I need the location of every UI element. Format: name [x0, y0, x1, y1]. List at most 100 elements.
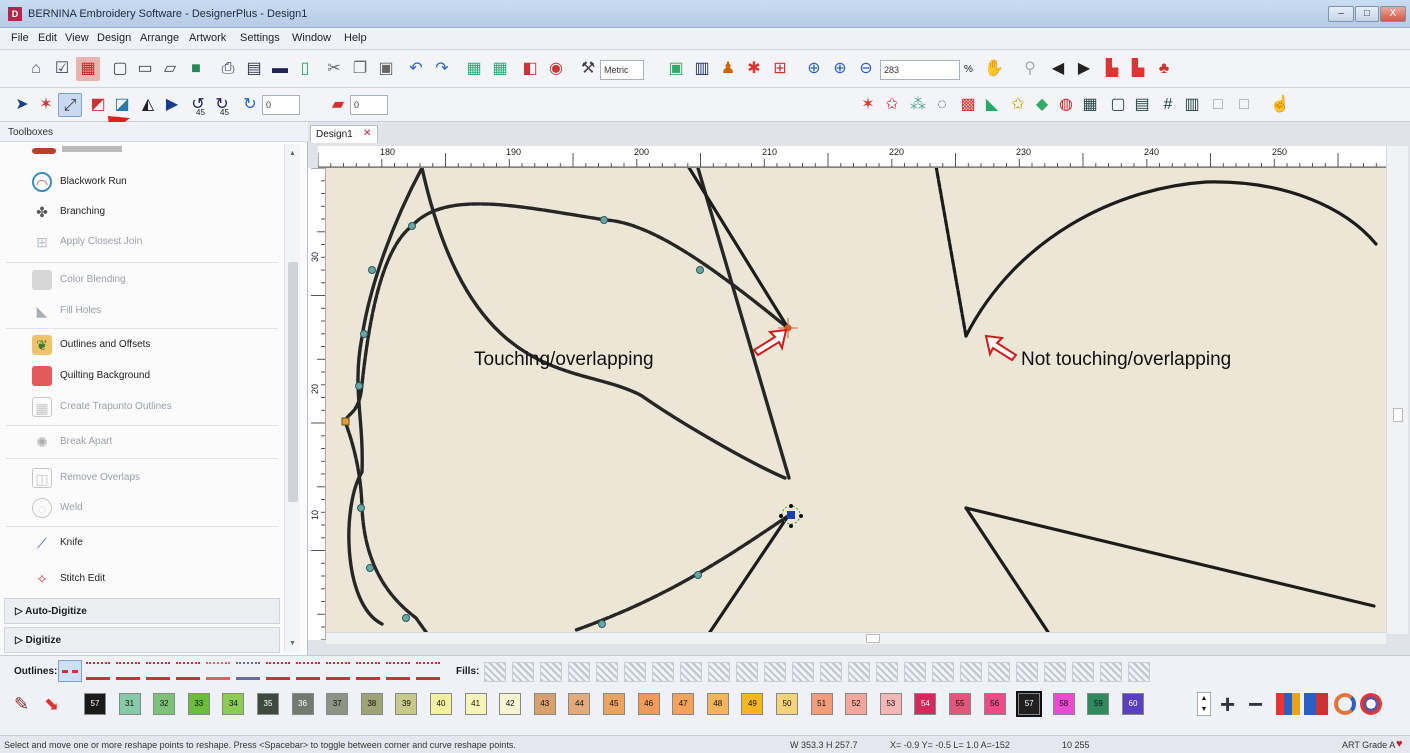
fill-style-icon[interactable] [1100, 662, 1122, 682]
color-picker-icon[interactable]: ⬊ [44, 694, 59, 715]
open-file-icon[interactable]: ▭ [133, 57, 157, 81]
menu-help[interactable]: Help [344, 32, 367, 44]
undo-icon[interactable]: ↶ [404, 57, 428, 81]
outline-style-icon[interactable] [326, 662, 350, 680]
print-icon[interactable]: ⎙ [216, 57, 240, 81]
blank-box-2-icon[interactable]: □ [1232, 93, 1256, 117]
grid-pattern-icon[interactable]: # [1156, 93, 1180, 117]
zoom-out-icon[interactable]: ⊖ [854, 57, 878, 81]
rotate-angle-input[interactable]: 0 [262, 95, 300, 115]
outline-style-icon[interactable] [356, 662, 380, 680]
paste-icon[interactable]: ▣ [374, 57, 398, 81]
tool-knife[interactable]: ⟋ Knife [4, 527, 280, 559]
color-swatch[interactable]: 34 [222, 693, 245, 715]
cross-stitch-icon[interactable]: ▩ [956, 93, 980, 117]
freehand-icon[interactable]: ◌ [930, 93, 954, 117]
fill-style-icon[interactable] [680, 662, 702, 682]
tool-stitch-edit[interactable]: ✧ Stitch Edit [4, 563, 280, 595]
outline-style-icon[interactable] [146, 662, 170, 680]
settings-hoop-icon[interactable]: ◉ [544, 57, 568, 81]
fill-style-icon[interactable] [596, 662, 618, 682]
new-file-icon[interactable]: ▢ [108, 57, 132, 81]
tool-blackwork-run[interactable]: ◠ Blackwork Run [4, 166, 280, 198]
canvas-vertical-scrollbar[interactable] [1386, 146, 1408, 634]
group-digitize[interactable]: ▷ Digitize [4, 627, 280, 653]
outline-style-icon[interactable] [296, 662, 320, 680]
effects-icon[interactable]: ✱ [742, 57, 766, 81]
eyedropper-icon[interactable]: ✎ [14, 694, 29, 715]
table-icon[interactable]: ▥ [1180, 93, 1204, 117]
color-swatch[interactable]: 46 [637, 693, 660, 715]
outline-style-icon[interactable] [416, 662, 440, 680]
color-swatch[interactable]: 35 [257, 693, 279, 715]
motif-run-icon[interactable]: ✶ [856, 93, 880, 117]
outline-style-selected[interactable] [58, 660, 82, 682]
fill-style-icon[interactable] [540, 662, 562, 682]
tool-quilting-background[interactable]: Quilting Background [4, 360, 280, 392]
color-swatch[interactable]: 39 [395, 693, 418, 715]
maximize-button[interactable]: □ [1355, 6, 1379, 22]
select-object-icon[interactable]: ▦ [462, 57, 486, 81]
color-swatch[interactable]: 55 [949, 693, 971, 715]
copy-icon[interactable]: ❐ [348, 57, 372, 81]
color-swatch[interactable]: 57 [84, 693, 106, 715]
tool-fill-holes[interactable]: ◣ Fill Holes [4, 295, 280, 327]
color-swatch[interactable]: 36 [291, 693, 314, 715]
fill-style-icon[interactable] [1044, 662, 1066, 682]
color-swatch[interactable]: 54 [914, 693, 937, 715]
sequence-object-icon[interactable]: ▙ [1126, 57, 1150, 81]
menu-artwork[interactable]: Artwork [189, 32, 226, 44]
show-design-icon[interactable]: ▣ [664, 57, 688, 81]
export-machine-icon[interactable]: ▬ [268, 57, 292, 81]
menu-window[interactable]: Window [292, 32, 331, 44]
color-swatch[interactable]: 40 [430, 693, 452, 715]
tools-icon[interactable]: ⚒ [576, 57, 600, 81]
toolbox-scrollbar[interactable]: ▲ ▼ [284, 144, 300, 652]
resequence-icon[interactable]: ♣ [1152, 57, 1176, 81]
color-swatch[interactable]: 47 [672, 693, 695, 715]
fill-style-icon[interactable] [568, 662, 590, 682]
tool-create-trapunto-outlines[interactable]: ▦ Create Trapunto Outlines [4, 391, 280, 423]
print-preview-icon[interactable]: ▤ [242, 57, 266, 81]
fill-style-icon[interactable] [848, 662, 870, 682]
previous-icon[interactable]: ◀ [1046, 57, 1070, 81]
add-color-icon[interactable]: + [1220, 689, 1235, 720]
fill-style-icon[interactable] [736, 662, 758, 682]
outline-style-icon[interactable] [116, 662, 140, 680]
blank-box-1-icon[interactable]: □ [1206, 93, 1230, 117]
sequence-color-icon[interactable]: ▙ [1100, 57, 1124, 81]
toolbox-scroll-thumb[interactable] [288, 262, 298, 502]
color-swatch[interactable]: 32 [153, 693, 176, 715]
redo-icon[interactable]: ↷ [430, 57, 454, 81]
fill-style-icon[interactable] [820, 662, 842, 682]
design-canvas-drawing[interactable] [326, 168, 1378, 632]
select-arrow-icon[interactable]: ➤ [10, 93, 34, 117]
canvas-scroll-thumb[interactable] [1393, 408, 1403, 422]
design-mode-icon[interactable]: ▦ [76, 57, 100, 81]
zoom-box-icon[interactable]: ⊕ [802, 57, 826, 81]
menu-edit[interactable]: Edit [38, 32, 57, 44]
fill-style-icon[interactable] [876, 662, 898, 682]
color-swatch[interactable]: 52 [845, 693, 868, 715]
fill-style-icon[interactable] [988, 662, 1010, 682]
color-swatch[interactable]: 53 [879, 693, 902, 715]
outline-style-icon[interactable] [386, 662, 410, 680]
select-group-icon[interactable]: ▦ [488, 57, 512, 81]
send-icon[interactable]: ▯ [293, 57, 317, 81]
tool-outlines-offsets[interactable]: ❦ Outlines and Offsets [4, 329, 280, 361]
ring-icon[interactable] [1334, 693, 1356, 715]
tool-remove-overlaps[interactable]: ◫ Remove Overlaps [4, 462, 280, 494]
lattice-icon[interactable]: ▦ [1078, 93, 1102, 117]
fill-style-icon[interactable] [484, 662, 506, 682]
outline-style-icon[interactable] [266, 662, 290, 680]
color-swatch[interactable]: 51 [810, 693, 833, 715]
fill-style-icon[interactable] [1016, 662, 1038, 682]
skew-angle-input[interactable]: 0 [350, 95, 388, 115]
grid-icon[interactable]: ⊞ [768, 57, 792, 81]
color-swatch[interactable]: 59 [1087, 693, 1110, 715]
fill-style-icon[interactable] [792, 662, 814, 682]
scroll-up-icon[interactable]: ▲ [289, 150, 296, 157]
color-swatch[interactable]: 41 [464, 693, 487, 715]
menu-arrange[interactable]: Arrange [140, 32, 179, 44]
edit-mode-icon[interactable]: ☑ [50, 57, 74, 81]
